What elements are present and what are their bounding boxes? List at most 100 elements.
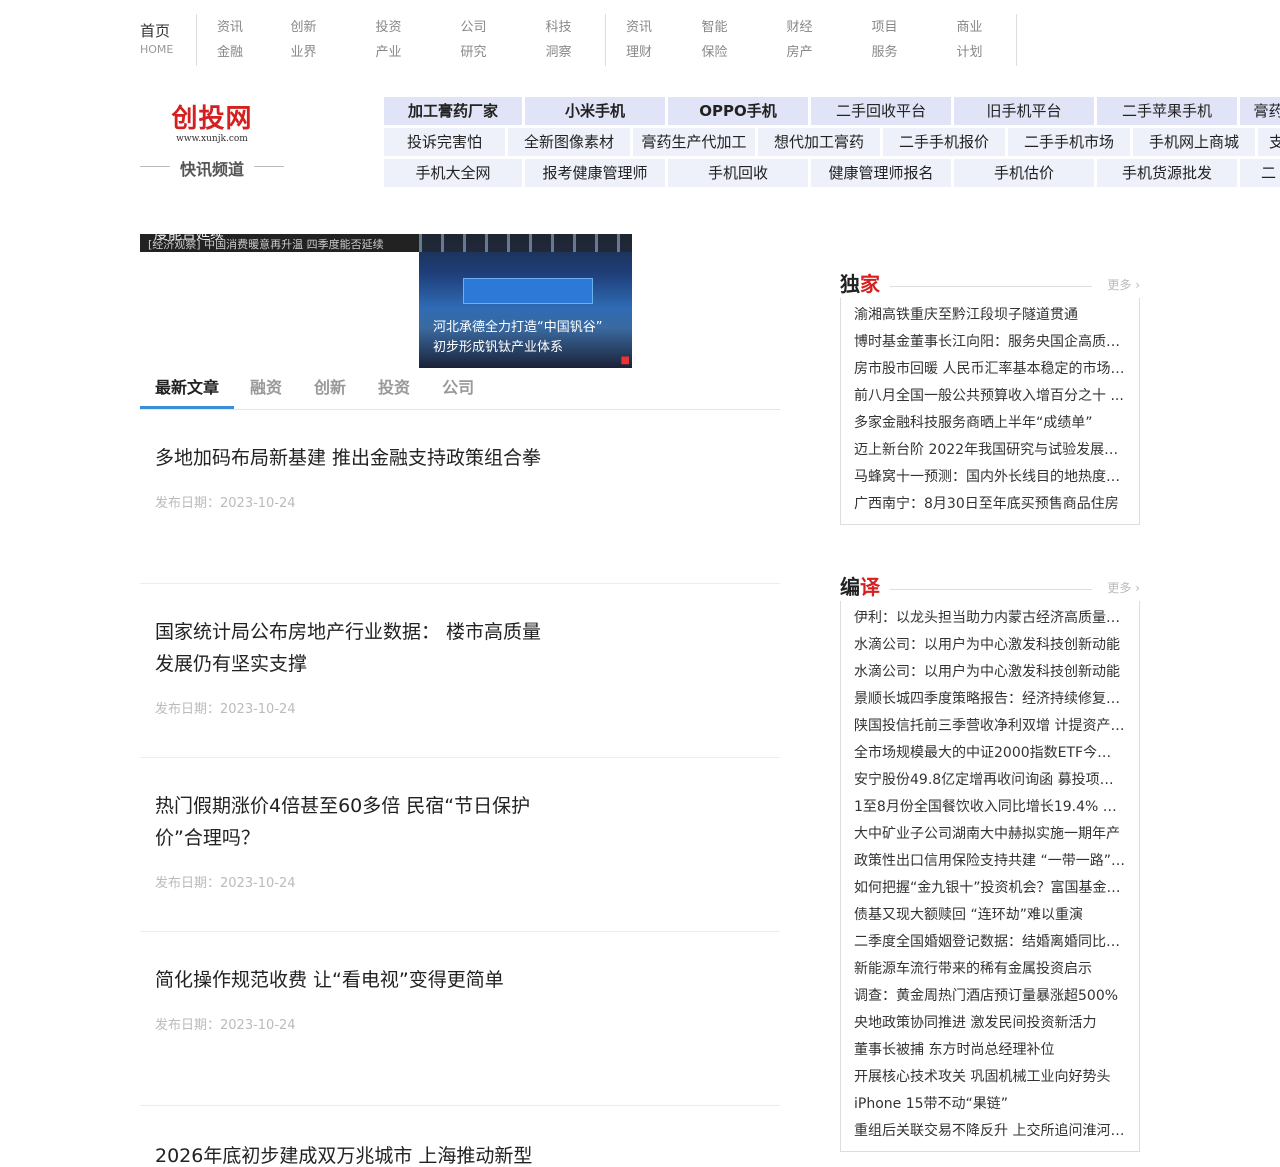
nav-link[interactable]: 创新 xyxy=(261,15,346,40)
nav-link[interactable]: 服务 xyxy=(842,40,927,65)
keyword-link[interactable]: 支 xyxy=(1258,128,1280,156)
list-item[interactable]: 大中矿业子公司湖南大中赫拟实施一期年产 xyxy=(854,821,1125,848)
nav-link[interactable]: 资讯 xyxy=(217,15,261,40)
list-item[interactable]: 迈上新台阶 2022年我国研究与试验发展经费 xyxy=(854,437,1125,464)
list-item[interactable]: 马蜂窝十一预测：国内外长线目的地热度上升 xyxy=(854,464,1125,491)
site-logo[interactable]: 创投网 www.xunjk.com 快讯频道 xyxy=(140,104,284,180)
keyword-link[interactable]: 报考健康管理师 xyxy=(525,159,668,187)
keyword-link[interactable]: 小米手机 xyxy=(525,97,668,125)
keyword-link[interactable]: 二手回收平台 xyxy=(811,97,954,125)
keyword-link[interactable]: 手机估价 xyxy=(954,159,1097,187)
nav-link[interactable]: 产业 xyxy=(346,40,431,65)
list-item[interactable]: 如何把握“金九银十”投资机会？富国基金“三问” xyxy=(854,875,1125,902)
nav-link[interactable]: 商业 xyxy=(927,15,1012,40)
article-tabs: 最新文章 融资 创新 投资 公司 xyxy=(140,372,780,410)
nav-col: 投资 产业 xyxy=(346,14,431,66)
keyword-link[interactable]: 想代加工膏药 xyxy=(758,128,883,156)
list-item[interactable]: 房市股市回暖 人民币汇率基本稳定的市场基础 xyxy=(854,356,1125,383)
list-item[interactable]: 渝湘高铁重庆至黔江段坝子隧道贯通 xyxy=(854,302,1125,329)
nav-col: 智能 保险 xyxy=(672,14,757,66)
keyword-link[interactable]: 二手手机报价 xyxy=(883,128,1008,156)
keyword-link[interactable]: 手机大全网 xyxy=(384,159,525,187)
list-item[interactable]: 安宁股份49.8亿定增再收问询函 募投项目引关注 xyxy=(854,767,1125,794)
list-item[interactable]: 全市场规模最大的中证2000指数ETF今日上市 xyxy=(854,740,1125,767)
nav-col: 资讯 金融 xyxy=(197,14,261,66)
nav-link[interactable]: 项目 xyxy=(842,15,927,40)
list-item[interactable]: 债基又现大额赎回 “连环劫”难以重演 xyxy=(854,902,1125,929)
list-item[interactable]: 重组后关联交易不降反升 上交所追问淮河能源 xyxy=(854,1118,1125,1145)
nav-group-1: 资讯 金融 创新 业界 投资 产业 公司 研究 科技 洞察 xyxy=(197,14,606,66)
list-item[interactable]: 广西南宁：8月30日至年底买预售商品住房 xyxy=(854,491,1125,518)
section-header: 编译 更多 › xyxy=(840,573,1140,601)
keyword-link[interactable]: 二手苹果手机 xyxy=(1097,97,1240,125)
keyword-link[interactable]: OPPO手机 xyxy=(668,97,811,125)
list-item[interactable]: 董事长被捕 东方时尚总经理补位 xyxy=(854,1037,1125,1064)
nav-link[interactable]: 研究 xyxy=(431,40,516,65)
slide-caption-line: 初步形成钒钛产业体系 xyxy=(433,340,564,355)
list-item[interactable]: iPhone 15带不动“果链” xyxy=(854,1091,1125,1118)
keyword-link[interactable]: 二 xyxy=(1240,159,1280,187)
nav-link[interactable]: 投资 xyxy=(346,15,431,40)
list-item[interactable]: 开展核心技术攻关 巩固机械工业向好势头 xyxy=(854,1064,1125,1091)
article-title[interactable]: 国家统计局公布房地产行业数据： 楼市高质量发展仍有坚实支撑 xyxy=(155,616,555,680)
list-item[interactable]: 央地政策协同推进 激发民间投资新活力 xyxy=(854,1010,1125,1037)
logo-brand: 创投网 xyxy=(171,104,253,134)
nav-link[interactable]: 理财 xyxy=(626,40,672,65)
nav-link[interactable]: 财经 xyxy=(757,15,842,40)
article-title[interactable]: 多地加码布局新基建 推出金融支持政策组合拳 xyxy=(155,442,555,474)
article-title[interactable]: 2026年底初步建成双万兆城市 上海推动新型 xyxy=(155,1140,715,1167)
stage-lights-image xyxy=(419,234,632,252)
list-item[interactable]: 水滴公司：以用户为中心激发科技创新动能 xyxy=(854,659,1125,686)
list-item[interactable]: 政策性出口信用保险支持共建 “一带一路”高质量 xyxy=(854,848,1125,875)
nav-home-sub: HOME xyxy=(140,43,174,56)
keyword-link[interactable]: 健康管理师报名 xyxy=(811,159,954,187)
nav-link[interactable]: 科技 xyxy=(516,15,601,40)
tab-company[interactable]: 公司 xyxy=(426,372,490,409)
nav-link[interactable]: 公司 xyxy=(431,15,516,40)
list-item[interactable]: 多家金融科技服务商晒上半年“成绩单” xyxy=(854,410,1125,437)
keyword-link[interactable]: 投诉完害怕 xyxy=(384,128,508,156)
nav-link[interactable]: 金融 xyxy=(217,40,261,65)
slide-caption-line: 河北承德全力打造“中国钒谷” xyxy=(433,320,603,335)
nav-link[interactable]: 洞察 xyxy=(516,40,601,65)
nav-link[interactable]: 计划 xyxy=(927,40,1012,65)
list-item[interactable]: 前八月全国一般公共预算收入增百分之十 ... xyxy=(854,383,1125,410)
keyword-link[interactable]: 全新图像素材 xyxy=(508,128,633,156)
nav-link[interactable]: 房产 xyxy=(757,40,842,65)
nav-col: 资讯 理财 xyxy=(606,14,672,66)
keyword-link[interactable]: 手机网上商城 xyxy=(1133,128,1258,156)
list-item[interactable]: 景顺长城四季度策略报告：经济持续修复可期 xyxy=(854,686,1125,713)
nav-link[interactable]: 智能 xyxy=(672,15,757,40)
keyword-link[interactable]: 膏药 xyxy=(1240,97,1280,125)
keyword-link[interactable]: 膏药生产代加工 xyxy=(633,128,758,156)
keyword-link[interactable]: 手机货源批发 xyxy=(1097,159,1240,187)
list-item[interactable]: 水滴公司：以用户为中心激发科技创新动能 xyxy=(854,632,1125,659)
tab-innovation[interactable]: 创新 xyxy=(298,372,362,409)
slide-previous[interactable]: 度能否延续 [经济观察] 中国消费暖意再升温 四季度能否延续 xyxy=(140,234,419,252)
keyword-link[interactable]: 旧手机平台 xyxy=(954,97,1097,125)
nav-link[interactable]: 业界 xyxy=(261,40,346,65)
list-item[interactable]: 1至8月份全国餐饮收入同比增长19.4% 餐饮消费 xyxy=(854,794,1125,821)
more-link[interactable]: 更多 › xyxy=(1107,276,1140,293)
nav-link[interactable]: 保险 xyxy=(672,40,757,65)
article-title[interactable]: 简化操作规范收费 让“看电视”变得更简单 xyxy=(155,964,715,996)
keyword-link[interactable]: 手机回收 xyxy=(668,159,811,187)
list-item[interactable]: 二季度全国婚姻登记数据：结婚离婚同比双增 xyxy=(854,929,1125,956)
tab-financing[interactable]: 融资 xyxy=(234,372,298,409)
nav-link[interactable]: 资讯 xyxy=(626,15,672,40)
list-item[interactable]: 陕国投信托前三季营收净利双增 计提资产减值 xyxy=(854,713,1125,740)
keyword-link[interactable]: 二手手机市场 xyxy=(1008,128,1133,156)
list-item[interactable]: 伊利：以龙头担当助力内蒙古经济高质量发展 xyxy=(854,605,1125,632)
tab-latest[interactable]: 最新文章 xyxy=(140,372,235,409)
article-title[interactable]: 热门假期涨价4倍甚至60多倍 民宿“节日保护价”合理吗？ xyxy=(155,790,555,854)
nav-home[interactable]: 首页 HOME xyxy=(140,14,197,66)
keyword-link[interactable]: 加工膏药厂家 xyxy=(384,97,525,125)
slide-current[interactable]: 河北承德全力打造“中国钒谷” 初步形成钒钛产业体系 ■ xyxy=(419,234,632,368)
tab-investment[interactable]: 投资 xyxy=(362,372,426,409)
more-link[interactable]: 更多 › xyxy=(1107,579,1140,596)
list-item[interactable]: 调查：黄金周热门酒店预订量暴涨超500% xyxy=(854,983,1125,1010)
chevron-right-icon: › xyxy=(1135,581,1140,595)
list-item[interactable]: 博时基金董事长江向阳：服务央国企高质量发展 xyxy=(854,329,1125,356)
list-item[interactable]: 新能源车流行带来的稀有金属投资启示 xyxy=(854,956,1125,983)
section-title: 独家 xyxy=(840,270,880,298)
